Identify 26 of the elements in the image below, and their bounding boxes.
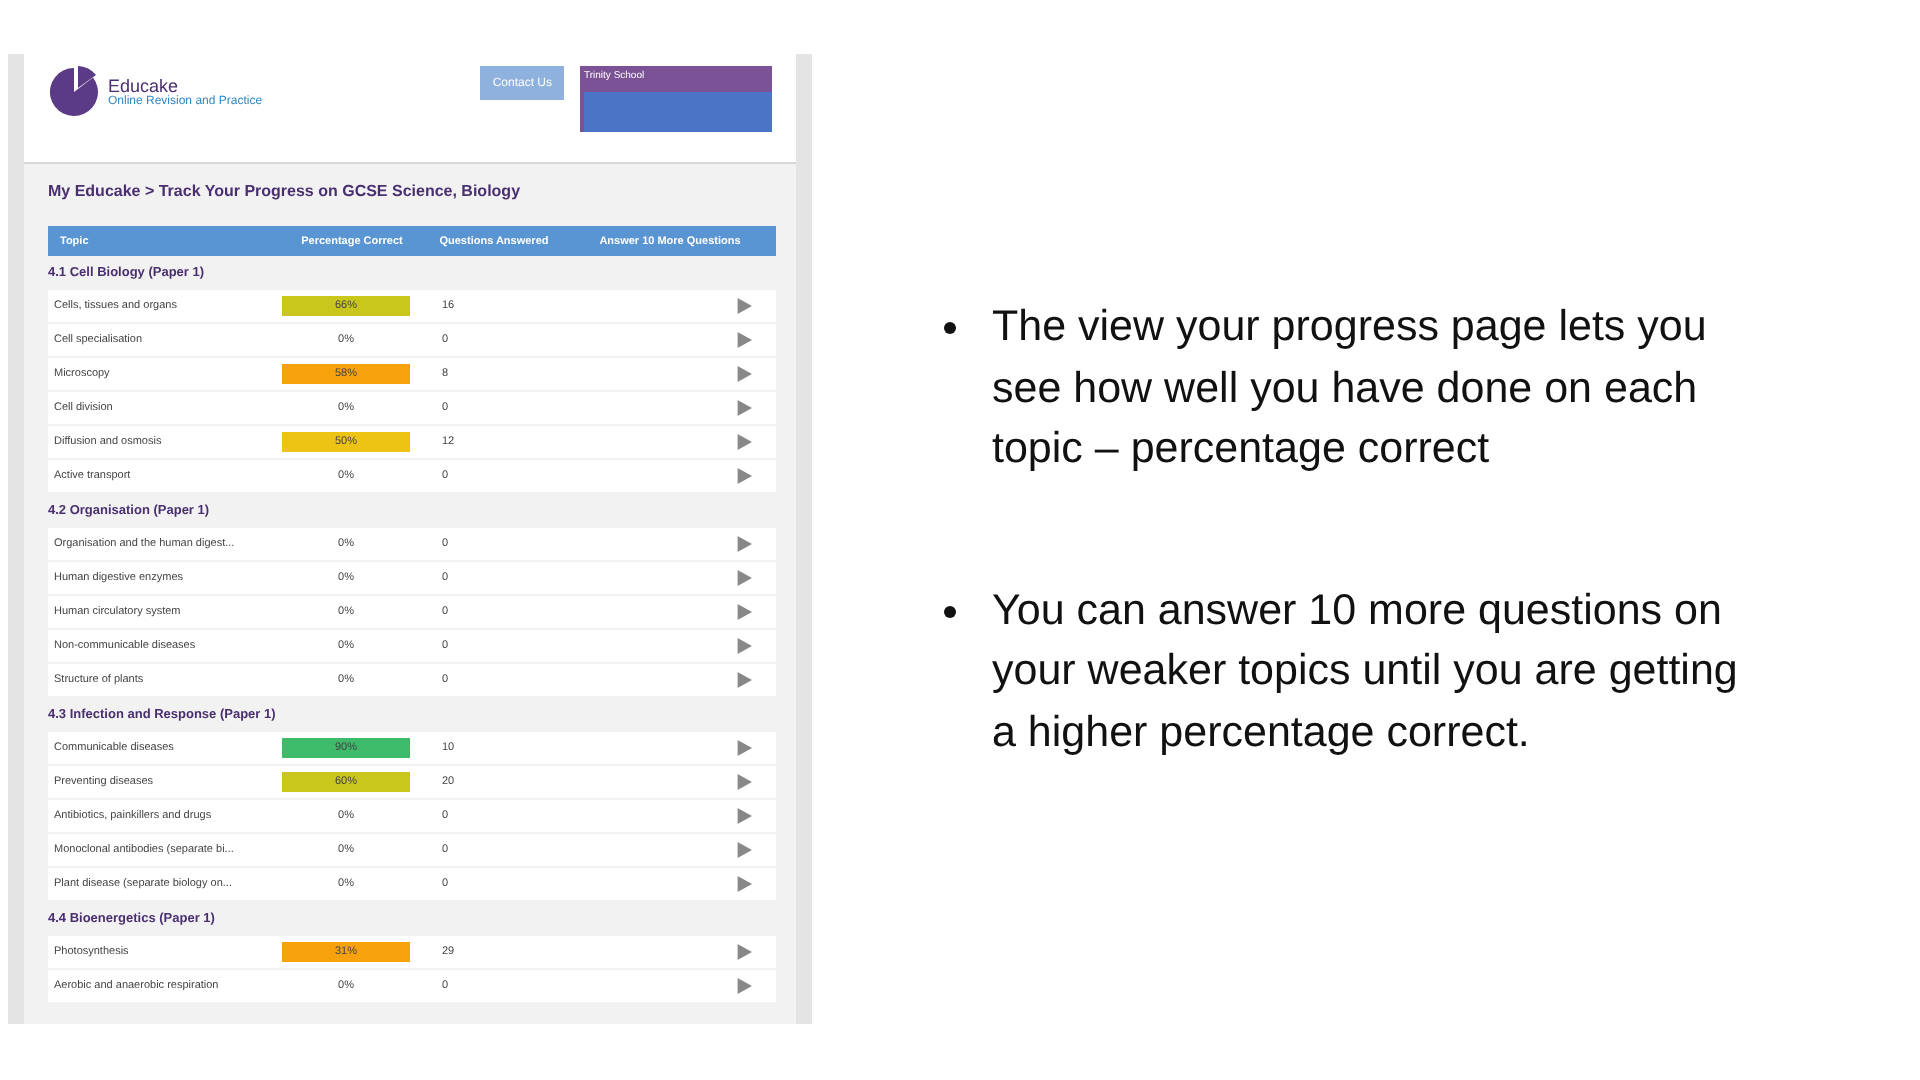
site-name: Educake — [108, 76, 179, 96]
bullet-text: You can answer 10 more questions on your weaker topics until you are getting a higher percentage correct. — [992, 583, 1740, 759]
play-icon[interactable] — [736, 332, 752, 348]
play-icon[interactable] — [736, 468, 752, 484]
bullet-dot — [944, 322, 956, 334]
bullet-dot — [944, 605, 956, 617]
pie-logo-icon — [48, 66, 100, 118]
play-icon[interactable] — [736, 536, 752, 552]
school-field[interactable] — [584, 92, 772, 132]
play-icon[interactable] — [736, 808, 752, 824]
play-icon[interactable] — [736, 570, 752, 586]
play-icon[interactable] — [736, 638, 752, 654]
play-icon[interactable] — [736, 366, 752, 382]
play-icon[interactable] — [736, 876, 752, 892]
play-icon[interactable] — [736, 604, 752, 620]
play-icon[interactable] — [736, 944, 752, 960]
play-icon[interactable] — [736, 978, 752, 994]
play-icon[interactable] — [736, 672, 752, 688]
play-icon[interactable] — [736, 434, 752, 450]
play-icon[interactable] — [736, 740, 752, 756]
play-icon[interactable] — [736, 400, 752, 416]
bullet-text: The view your progress page lets you see how well you have done on each topic – percentage correct — [992, 300, 1709, 476]
play-icon[interactable] — [736, 842, 752, 858]
breadcrumb: My Educake > Track Your Progress on GCSE Science, Biology — [48, 182, 523, 204]
play-icon[interactable] — [736, 298, 752, 314]
play-icon[interactable] — [736, 774, 752, 790]
